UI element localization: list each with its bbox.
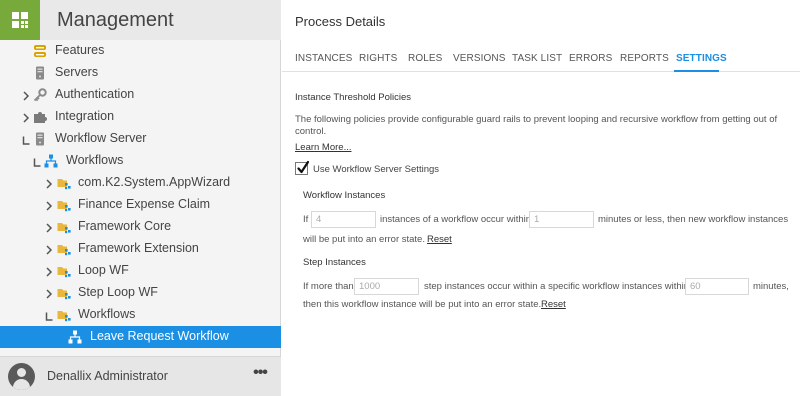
- expand-chevron-icon[interactable]: [45, 177, 53, 189]
- folder-icon: [57, 242, 71, 256]
- tab-rights[interactable]: RIGHTS: [359, 53, 397, 64]
- sidebar: Management Features Servers Authentication…: [0, 0, 281, 396]
- workflow-instances-title: Workflow Instances: [303, 190, 386, 201]
- apps-grid-icon[interactable]: [0, 0, 40, 40]
- expand-chevron-icon[interactable]: [45, 265, 53, 277]
- sidebar-item-label: Loop WF: [78, 263, 129, 277]
- sidebar-item-label: Leave Request Workflow: [90, 329, 229, 343]
- step-instances-text-line2: then this workflow instance will be put …: [303, 299, 542, 310]
- sidebar-item-features[interactable]: Features: [0, 40, 281, 62]
- page-title: Process Details: [295, 14, 386, 29]
- tab-task-list[interactable]: TASK LIST: [512, 53, 562, 64]
- use-server-settings-label: Use Workflow Server Settings: [313, 164, 440, 175]
- tab-roles[interactable]: ROLES: [408, 53, 442, 64]
- tab-errors[interactable]: ERRORS: [569, 53, 612, 64]
- use-server-settings-checkbox[interactable]: [295, 160, 309, 175]
- learn-more-link[interactable]: Learn More...: [295, 142, 352, 153]
- sidebar-item-label: Framework Core: [78, 219, 172, 233]
- sidebar-item-loop-wf[interactable]: Loop WF: [0, 260, 281, 282]
- avatar[interactable]: [8, 363, 35, 390]
- sidebar-item-label: Workflow Server: [55, 131, 147, 145]
- step-instances-count-input[interactable]: [354, 278, 419, 295]
- features-icon: [33, 44, 47, 58]
- folder-icon: [57, 220, 71, 234]
- step-instances-text-mid: step instances occur within a specific w…: [424, 281, 690, 292]
- workflow-instances-text-after: minutes or less, then new workflow insta…: [598, 214, 789, 225]
- tab-reports[interactable]: REPORTS: [620, 53, 669, 64]
- tab-settings[interactable]: SETTINGS: [676, 53, 727, 64]
- workflow-icon: [44, 154, 58, 168]
- workflow-instances-count-input[interactable]: [311, 211, 376, 228]
- main-panel: Process Details INSTANCES RIGHTS ROLES V…: [282, 0, 800, 396]
- tab-versions[interactable]: VERSIONS: [453, 53, 505, 64]
- sidebar-item-label: Workflows: [78, 307, 136, 321]
- sidebar-item-label: Features: [55, 43, 105, 57]
- active-tab-indicator: [674, 70, 719, 72]
- user-bar: Denallix Administrator •••: [0, 356, 281, 396]
- sidebar-item-label: Step Loop WF: [78, 285, 158, 299]
- workflow-instances-text-line2: will be put into an error state.: [303, 234, 425, 245]
- sidebar-item-workflows[interactable]: Workflows: [0, 150, 281, 172]
- workflow-instances-reset-link[interactable]: Reset: [427, 234, 452, 245]
- workflow-icon: [68, 330, 82, 344]
- expand-chevron-icon[interactable]: [45, 243, 53, 255]
- sidebar-item-framework-extension[interactable]: Framework Extension: [0, 238, 281, 260]
- checkmark-icon: [297, 160, 309, 174]
- sidebar-item-servers[interactable]: Servers: [0, 62, 281, 84]
- sidebar-header: Management: [0, 0, 281, 40]
- puzzle-icon: [33, 110, 47, 124]
- sidebar-item-com-k2-system-appwizard[interactable]: com.K2.System.AppWizard: [0, 172, 281, 194]
- sidebar-item-label: Framework Extension: [78, 241, 199, 255]
- collapse-icon[interactable]: [45, 309, 53, 321]
- workflow-instances-text-if: If: [303, 214, 309, 225]
- sidebar-item-label: Finance Expense Claim: [78, 197, 211, 211]
- expand-chevron-icon[interactable]: [45, 199, 53, 211]
- step-instances-text-after: minutes,: [753, 281, 789, 292]
- sidebar-item-workflows[interactable]: Workflows: [0, 304, 281, 326]
- server-icon: [33, 132, 47, 146]
- workflow-instances-minutes-input[interactable]: [529, 211, 594, 228]
- expand-chevron-icon[interactable]: [22, 89, 30, 101]
- sidebar-item-workflow-server[interactable]: Workflow Server: [0, 128, 281, 150]
- folder-icon: [57, 308, 71, 322]
- tab-instances[interactable]: INSTANCES: [295, 53, 352, 64]
- expand-chevron-icon[interactable]: [45, 287, 53, 299]
- folder-icon: [57, 286, 71, 300]
- sidebar-title: Management: [57, 9, 174, 31]
- folder-icon: [57, 198, 71, 212]
- expand-chevron-icon[interactable]: [45, 221, 53, 233]
- folder-icon: [57, 176, 71, 190]
- expand-chevron-icon[interactable]: [22, 111, 30, 123]
- sidebar-item-framework-core[interactable]: Framework Core: [0, 216, 281, 238]
- sidebar-item-label: Integration: [55, 109, 115, 123]
- workflow-instances-text-mid: instances of a workflow occur within: [380, 214, 532, 225]
- step-instances-title: Step Instances: [303, 257, 366, 268]
- sidebar-item-authentication[interactable]: Authentication: [0, 84, 281, 106]
- sidebar-item-label: com.K2.System.AppWizard: [78, 175, 231, 189]
- tab-bar: INSTANCES RIGHTS ROLES VERSIONS TASK LIS…: [282, 47, 800, 72]
- collapse-icon[interactable]: [22, 133, 30, 145]
- sidebar-item-label: Authentication: [55, 87, 135, 101]
- step-instances-minutes-input[interactable]: [685, 278, 749, 295]
- sidebar-item-label: Workflows: [66, 153, 124, 167]
- step-instances-text-if: If more than: [303, 281, 354, 292]
- folder-icon: [57, 264, 71, 278]
- user-name: Denallix Administrator: [47, 369, 168, 383]
- policy-description: The following policies provide configura…: [295, 114, 778, 137]
- sidebar-item-label: Servers: [55, 65, 99, 79]
- server-icon: [33, 66, 47, 80]
- more-options-button[interactable]: •••: [251, 365, 269, 384]
- step-instances-reset-link[interactable]: Reset: [541, 299, 566, 310]
- sidebar-item-integration[interactable]: Integration: [0, 106, 281, 128]
- section-title: Instance Threshold Policies: [295, 92, 411, 103]
- collapse-icon[interactable]: [33, 155, 41, 167]
- sidebar-item-leave-request-workflow[interactable]: Leave Request Workflow: [0, 326, 281, 348]
- sidebar-item-finance-expense-claim[interactable]: Finance Expense Claim: [0, 194, 281, 216]
- sidebar-item-step-loop-wf[interactable]: Step Loop WF: [0, 282, 281, 304]
- key-icon: [33, 88, 47, 102]
